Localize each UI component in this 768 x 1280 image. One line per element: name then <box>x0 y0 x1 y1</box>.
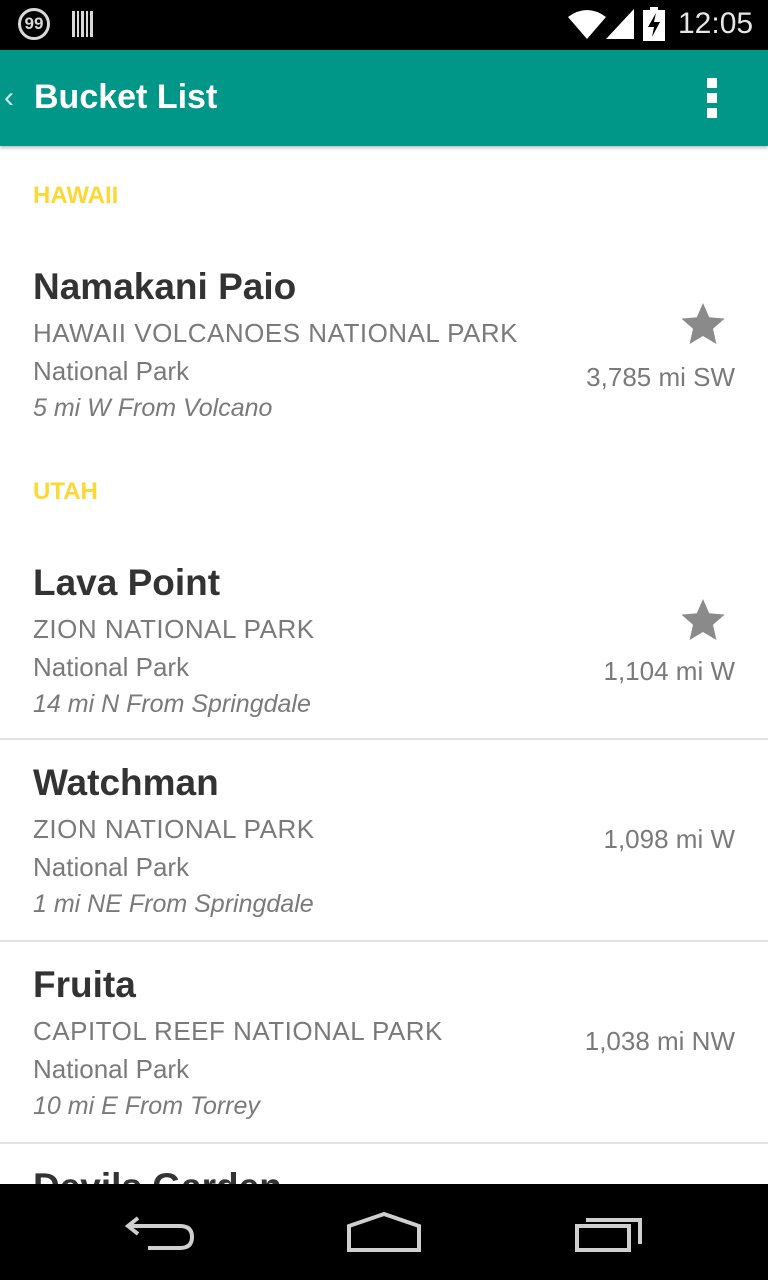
overflow-menu-icon[interactable] <box>700 78 724 118</box>
notification-count-badge: 99 <box>18 8 50 40</box>
recent-apps-icon[interactable] <box>574 1210 646 1254</box>
star-icon[interactable] <box>678 596 728 644</box>
distance-text: 3,785 mi SW <box>586 362 735 392</box>
wifi-icon <box>568 10 606 39</box>
list-item[interactable]: Watchman ZION NATIONAL PARK National Par… <box>0 740 768 940</box>
park-type: National Park <box>33 1054 190 1084</box>
park-type: National Park <box>33 652 190 682</box>
campground-name: Devils Garden <box>33 1166 282 1184</box>
signal-icon <box>606 9 634 39</box>
campground-name: Watchman <box>33 762 219 803</box>
campground-name: Namakani Paio <box>33 266 297 307</box>
list-item[interactable]: Lava Point ZION NATIONAL PARK National P… <box>0 544 768 738</box>
navigation-bar <box>0 1184 768 1280</box>
park-type: National Park <box>33 356 190 386</box>
park-name: HAWAII VOLCANOES NATIONAL PARK <box>33 318 519 348</box>
bucket-list: HAWAII Namakani Paio HAWAII VOLCANOES NA… <box>0 148 768 1184</box>
direction-text: 5 mi W From Volcano <box>33 394 273 422</box>
home-icon[interactable] <box>346 1210 422 1254</box>
battery-charging-icon <box>643 7 665 41</box>
distance-text: 1,098 mi W <box>603 824 736 854</box>
status-clock: 12:05 <box>678 7 754 40</box>
direction-text: 10 mi E From Torrey <box>33 1092 260 1120</box>
star-icon[interactable] <box>678 300 728 348</box>
section-header-utah: UTAH <box>33 478 98 505</box>
barcode-icon <box>72 11 93 37</box>
menu-dot <box>707 108 717 118</box>
direction-text: 1 mi NE From Springdale <box>33 890 314 918</box>
campground-name: Lava Point <box>33 562 221 603</box>
park-name: ZION NATIONAL PARK <box>33 814 315 844</box>
list-item[interactable]: Devils Garden <box>0 1144 768 1184</box>
page-title[interactable]: Bucket List <box>34 78 217 117</box>
back-icon[interactable] <box>124 1212 196 1252</box>
chevron-left-icon[interactable]: ‹ <box>4 80 28 116</box>
section-header-hawaii: HAWAII <box>33 182 119 209</box>
distance-text: 1,038 mi NW <box>584 1026 735 1056</box>
action-bar: ‹ Bucket List <box>0 50 768 146</box>
park-type: National Park <box>33 852 190 882</box>
list-item[interactable]: Namakani Paio HAWAII VOLCANOES NATIONAL … <box>0 248 768 448</box>
campground-name: Fruita <box>33 964 136 1005</box>
status-bar: 99 12:05 <box>0 0 768 50</box>
park-name: ZION NATIONAL PARK <box>33 614 315 644</box>
park-name: CAPITOL REEF NATIONAL PARK <box>33 1016 443 1046</box>
menu-dot <box>707 93 717 103</box>
list-item[interactable]: Fruita CAPITOL REEF NATIONAL PARK Nation… <box>0 942 768 1142</box>
menu-dot <box>707 78 717 88</box>
distance-text: 1,104 mi W <box>603 656 736 686</box>
direction-text: 14 mi N From Springdale <box>33 690 311 718</box>
